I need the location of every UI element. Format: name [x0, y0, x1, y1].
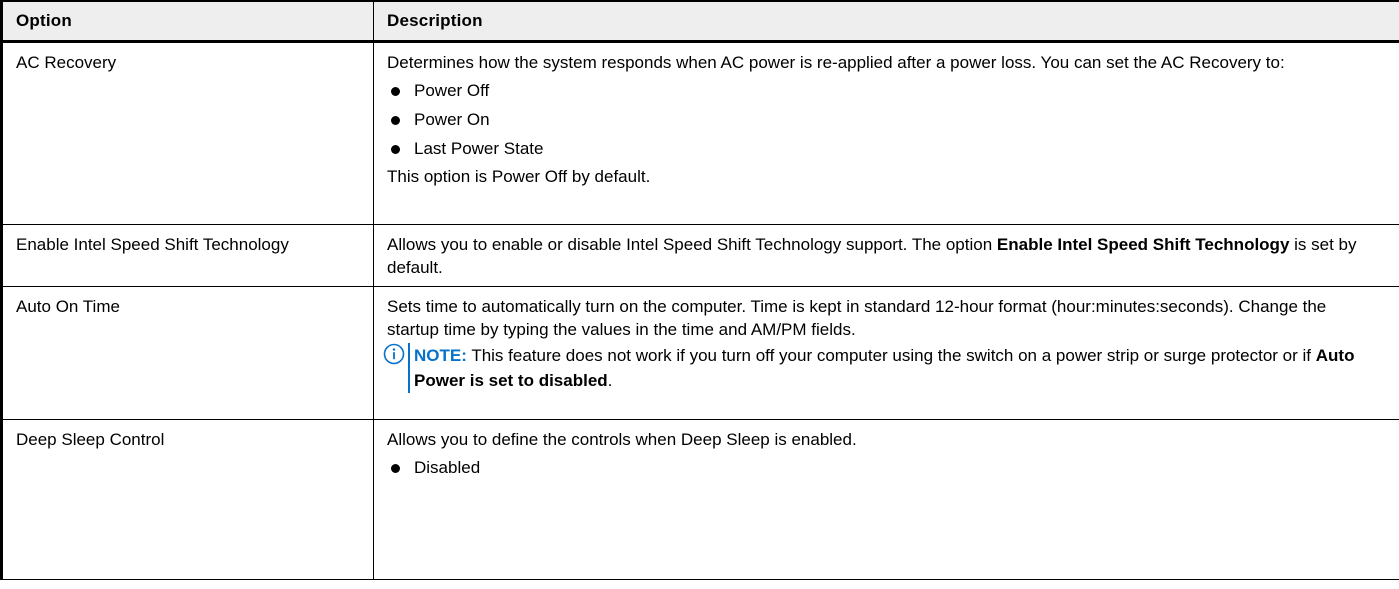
description-text: Allows you to define the controls when D… [387, 430, 857, 449]
note-text: NOTE: This feature does not work if you … [408, 343, 1369, 393]
description-text: Sets time to automatically turn on the c… [387, 297, 1327, 339]
bullet-list: Disabled [387, 453, 1369, 482]
note-callout: NOTE: This feature does not work if you … [383, 343, 1369, 393]
bold-option-name: Enable Intel Speed Shift Technology [996, 235, 1290, 254]
option-column-header: Option [0, 0, 374, 43]
table-row: Enable Intel Speed Shift Technology Allo… [0, 224, 1399, 287]
description-text: Allows you to enable or disable Intel Sp… [387, 235, 1357, 277]
default-note-text: This option is Power Off by default. [387, 167, 651, 186]
list-item: Last Power State [387, 134, 1369, 163]
option-cell: Enable Intel Speed Shift Technology [0, 224, 374, 287]
table-row: Auto On Time Sets time to automatically … [0, 286, 1399, 420]
list-item: Power On [387, 105, 1369, 134]
option-cell: Deep Sleep Control [0, 419, 374, 580]
list-item: Power Off [387, 76, 1369, 105]
description-cell: Sets time to automatically turn on the c… [373, 286, 1399, 420]
description-cell: Allows you to define the controls when D… [373, 419, 1399, 580]
description-column-header: Description [373, 0, 1399, 43]
option-cell: AC Recovery [0, 41, 374, 225]
info-icon [383, 343, 405, 365]
table-header-row: Option Description [0, 0, 1399, 43]
note-label: NOTE: [414, 346, 467, 365]
table-row: AC Recovery Determines how the system re… [0, 41, 1399, 225]
bullet-list: Power Off Power On Last Power State [387, 76, 1369, 163]
description-cell: Determines how the system responds when … [373, 41, 1399, 225]
description-text: Determines how the system responds when … [387, 53, 1285, 72]
description-cell: Allows you to enable or disable Intel Sp… [373, 224, 1399, 287]
option-cell: Auto On Time [0, 286, 374, 420]
bios-options-table: Option Description AC Recovery Determine… [0, 0, 1399, 580]
list-item: Disabled [387, 453, 1369, 482]
table-row: Deep Sleep Control Allows you to define … [0, 419, 1399, 580]
